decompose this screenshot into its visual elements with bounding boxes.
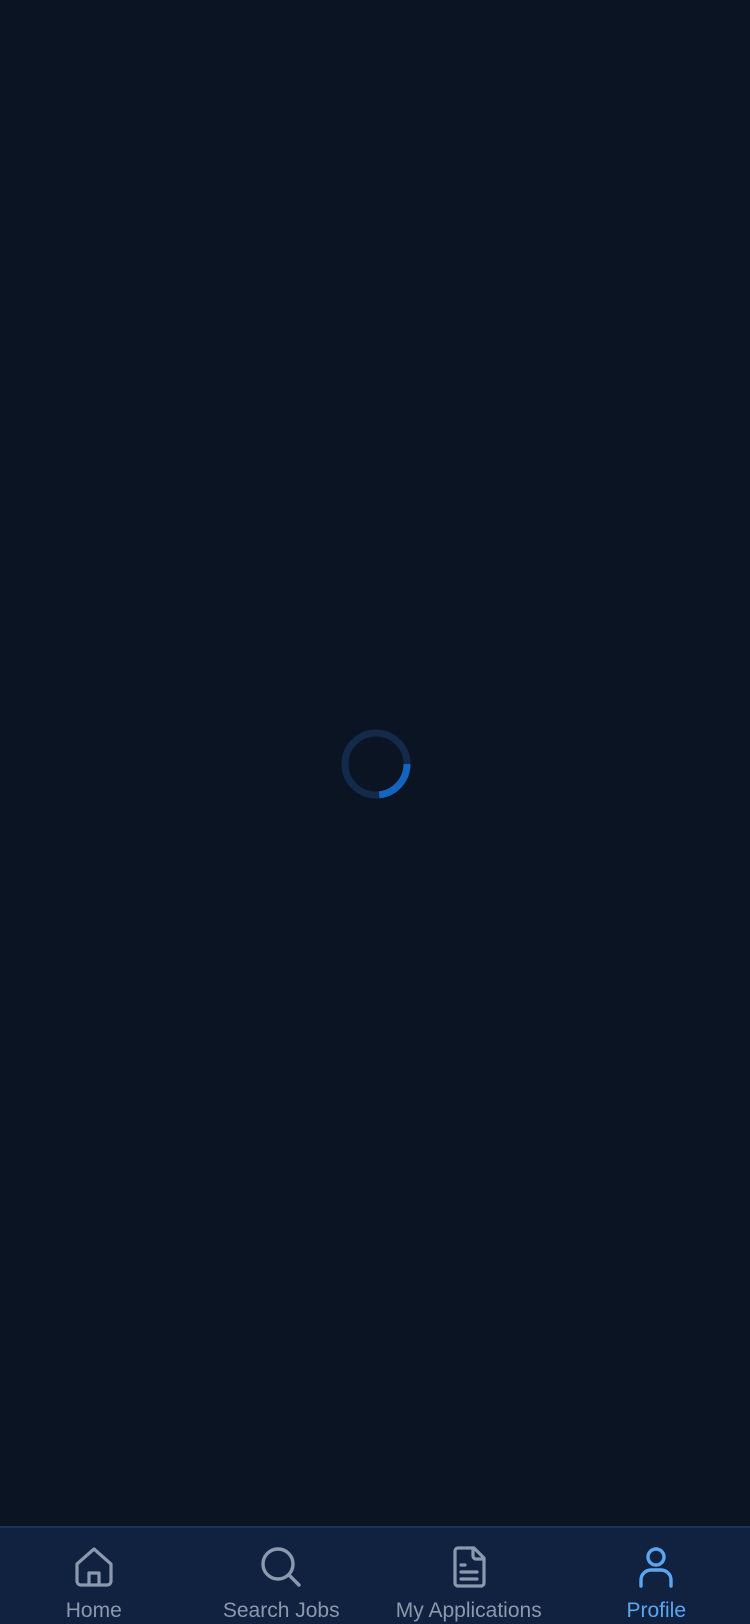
tab-profile[interactable]: Profile — [563, 1528, 750, 1624]
tab-home-label: Home — [65, 1599, 122, 1622]
tab-my-applications-label: My Applications — [395, 1599, 542, 1622]
app-screen: Home Search Jobs My Applications Profile — [0, 0, 750, 1624]
main-content — [0, 0, 750, 1526]
tab-home[interactable]: Home — [0, 1528, 188, 1624]
home-icon — [71, 1544, 117, 1590]
tab-search-jobs-label: Search Jobs — [222, 1599, 340, 1622]
tab-my-applications[interactable]: My Applications — [375, 1528, 563, 1624]
tab-profile-label: Profile — [626, 1599, 687, 1622]
person-icon — [633, 1544, 679, 1590]
bottom-tab-bar: Home Search Jobs My Applications Profile — [0, 1526, 750, 1624]
document-icon — [446, 1544, 492, 1590]
tab-search-jobs[interactable]: Search Jobs — [188, 1528, 376, 1624]
search-icon — [258, 1544, 304, 1590]
loading-spinner — [339, 727, 413, 801]
spinner-icon — [341, 729, 411, 799]
